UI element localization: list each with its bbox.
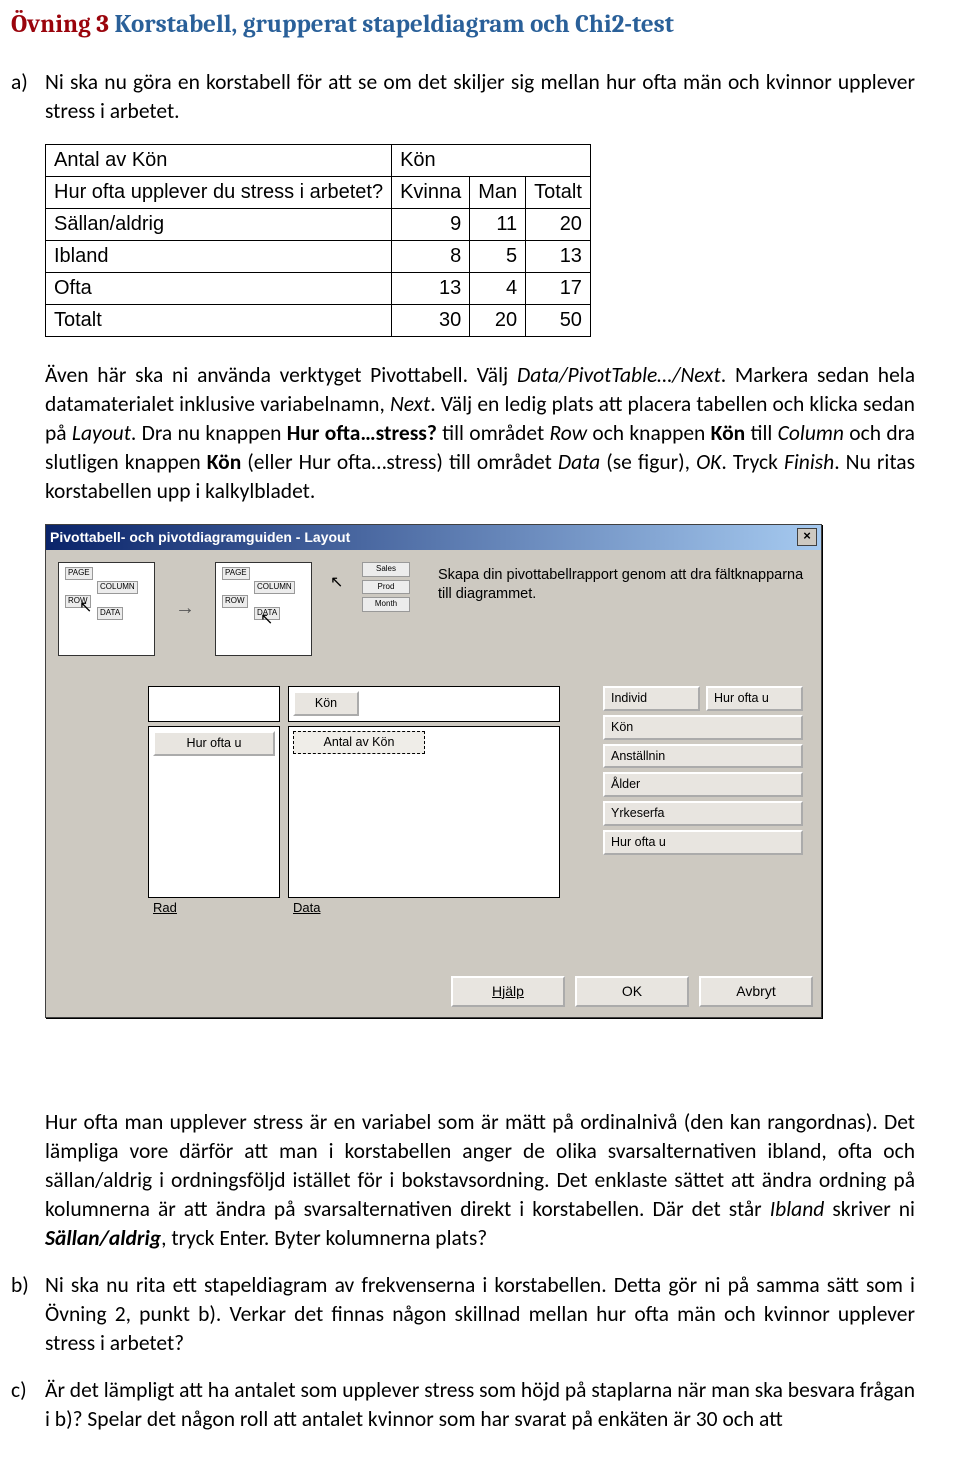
table-row: Ofta 13 4 17	[46, 272, 591, 304]
list-marker-a: a)	[11, 68, 45, 97]
layout-dropzone: Sida Kön Kolumn Hur ofta u Rad Antal av …	[148, 686, 558, 906]
illustration-sheet-2: PAGE COLUMN ROW DATA ↖	[215, 562, 312, 656]
arrow-icon: →	[173, 597, 197, 621]
ctab-rowvar: Hur ofta upplever du stress i arbetet?	[46, 176, 392, 208]
section-c-text: Är det lämpligt att ha antalet som upple…	[45, 1377, 915, 1432]
ok-button[interactable]: OK	[575, 976, 689, 1007]
section-b-text: Ni ska nu rita ett stapeldiagram av frek…	[45, 1272, 915, 1356]
field-alder[interactable]: Ålder	[603, 772, 803, 797]
field-anstallnin[interactable]: Anställnin	[603, 744, 803, 769]
field-kon[interactable]: Kön	[603, 715, 803, 740]
post-dialog-paragraph: Hur ofta man upplever stress är en varia…	[45, 1108, 915, 1253]
illustration-fields: SalesProdMonth	[362, 562, 410, 612]
instructions-paragraph: Även här ska ni använda verktyget Pivott…	[45, 361, 915, 506]
crosstab: Antal av Kön Kön Hur ofta upplever du st…	[45, 144, 591, 337]
field-yrkeserfa[interactable]: Yrkeserfa	[603, 801, 803, 826]
field-hurofta2[interactable]: Hur ofta u	[603, 830, 803, 855]
cancel-button[interactable]: Avbryt	[699, 976, 813, 1007]
ctab-col1: Kvinna	[392, 176, 470, 208]
list-marker-c: c)	[11, 1376, 45, 1405]
field-individ[interactable]: Individ	[603, 686, 700, 711]
heading-rest: Korstabell, grupperat stapeldiagram och …	[109, 10, 674, 39]
table-row: Totalt 30 20 50	[46, 304, 591, 336]
ctab-h2: Kön	[392, 144, 591, 176]
close-icon[interactable]: ×	[797, 528, 817, 546]
ctab-col2: Man	[470, 176, 526, 208]
dropzone-column[interactable]: Kön Kolumn	[288, 686, 560, 722]
dropzone-page[interactable]: Sida	[148, 686, 280, 722]
section-c: c)Är det lämpligt att ha antalet som upp…	[45, 1376, 915, 1434]
ctab-h1: Antal av Kön	[46, 144, 392, 176]
section-a-text: Ni ska nu göra en korstabell för att se …	[45, 69, 915, 124]
field-palette: Individ Hur ofta u Kön Anställnin Ålder …	[603, 686, 809, 855]
dropzone-row[interactable]: Hur ofta u Rad	[148, 726, 280, 898]
dropzone-data[interactable]: Antal av Kön Data	[288, 726, 560, 898]
field-hurofta[interactable]: Hur ofta u	[706, 686, 803, 711]
illustration-sheet-1: PAGE COLUMN ROW DATA ↖	[58, 562, 155, 656]
page-title: Övning 3 Korstabell, grupperat stapeldia…	[11, 8, 915, 42]
section-a-intro: a)Ni ska nu göra en korstabell för att s…	[45, 68, 915, 126]
label-rad: Rad	[153, 900, 177, 915]
cursor-icon: ↖	[330, 572, 344, 586]
list-marker-b: b)	[11, 1271, 45, 1300]
dialog-title: Pivottabell- och pivotdiagramguiden - La…	[50, 528, 350, 547]
label-data: Data	[293, 900, 320, 915]
table-row: Sällan/aldrig 9 11 20	[46, 208, 591, 240]
table-row: Ibland 8 5 13	[46, 240, 591, 272]
field-kon-column[interactable]: Kön	[293, 691, 359, 716]
ctab-col3: Totalt	[526, 176, 591, 208]
heading-prefix: Övning 3	[11, 10, 109, 39]
field-antalkon-data[interactable]: Antal av Kön	[293, 731, 425, 754]
pivot-layout-dialog: Pivottabell- och pivotdiagramguiden - La…	[45, 524, 822, 1018]
help-button[interactable]: Hjälp	[451, 976, 565, 1007]
dialog-help-text: Skapa din pivottabellrapport genom att d…	[428, 562, 809, 605]
field-hurofta-row[interactable]: Hur ofta u	[153, 731, 275, 756]
dialog-titlebar[interactable]: Pivottabell- och pivotdiagramguiden - La…	[46, 525, 821, 550]
section-b: b)Ni ska nu rita ett stapeldiagram av fr…	[45, 1271, 915, 1358]
